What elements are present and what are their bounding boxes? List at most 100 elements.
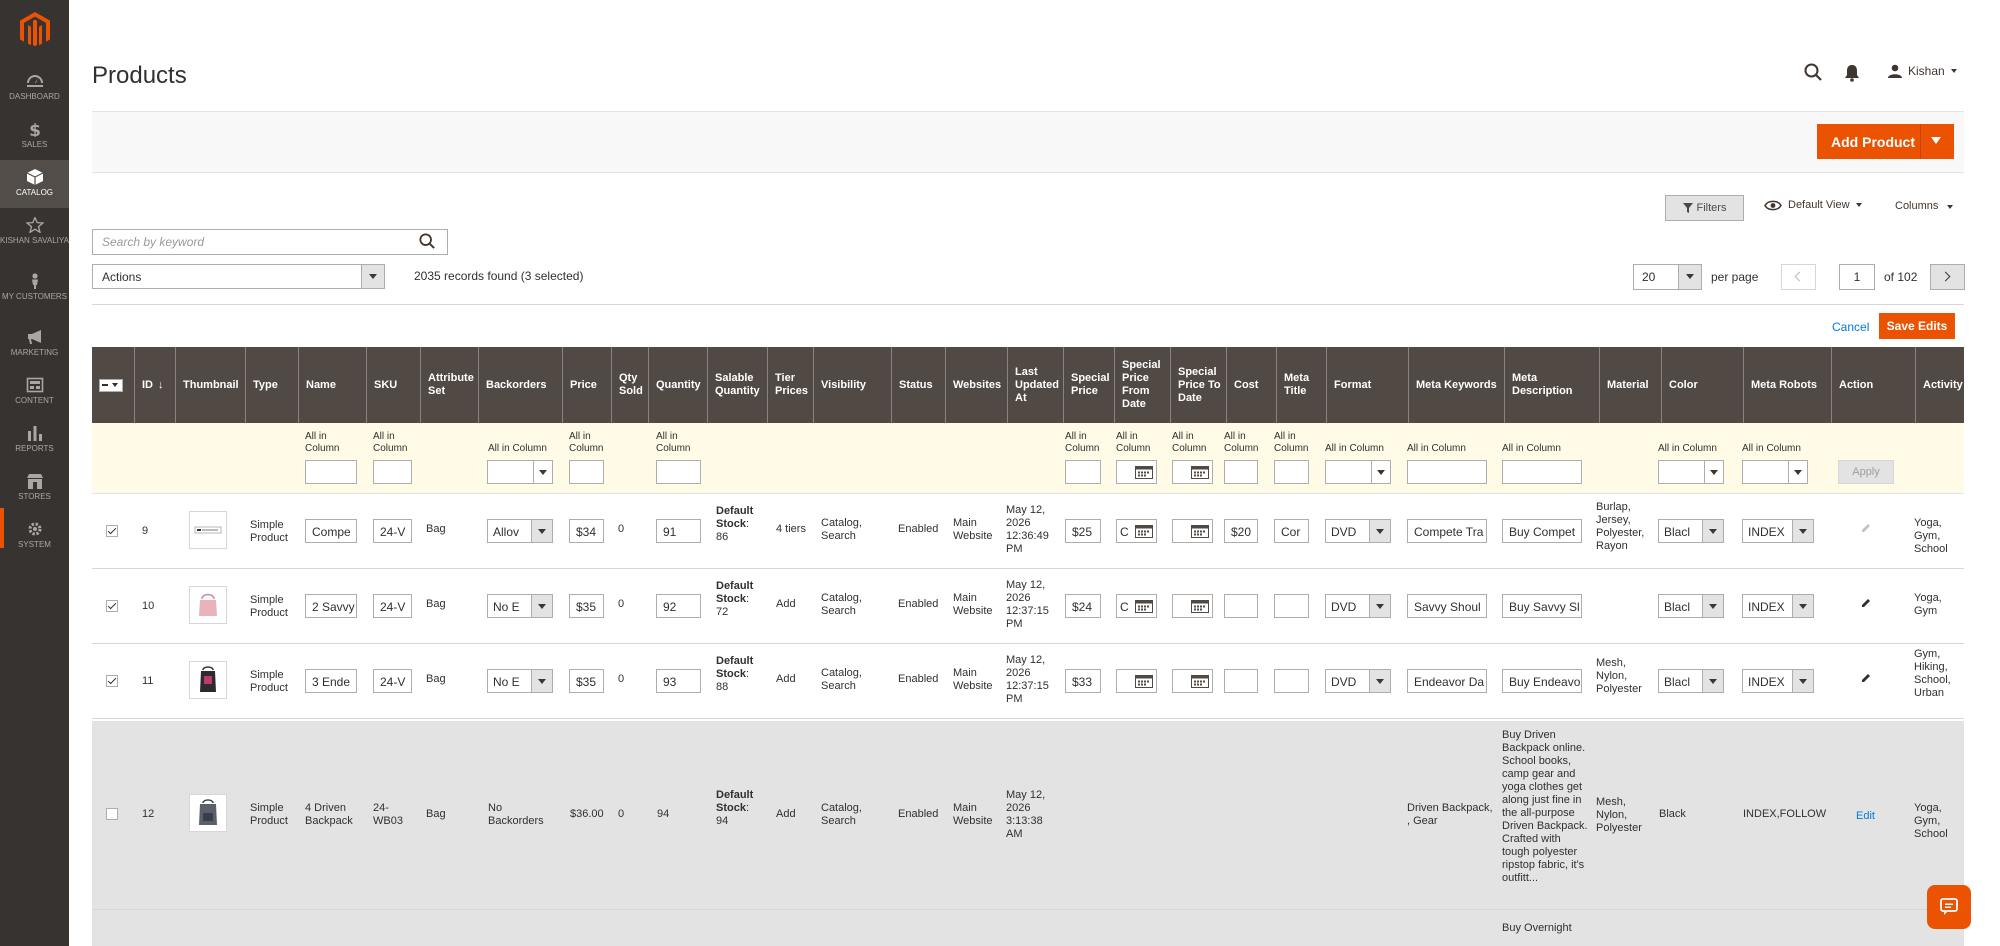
- mass-select-checkbox[interactable]: [99, 378, 123, 392]
- filter-backorders-select[interactable]: [487, 460, 553, 484]
- cell-tier-prices[interactable]: Add: [776, 598, 796, 611]
- chat-button[interactable]: [1927, 885, 1971, 929]
- col-header-price[interactable]: Price: [562, 347, 611, 423]
- mass-select-header[interactable]: [92, 347, 134, 423]
- col-header-backorders[interactable]: Backorders: [478, 347, 562, 423]
- cell-tier-prices[interactable]: 4 tiers: [776, 523, 806, 536]
- pencil-icon[interactable]: [1860, 672, 1872, 684]
- edit-sku-input[interactable]: 24-V: [373, 594, 412, 618]
- filter-name-input[interactable]: [305, 460, 357, 484]
- filter-format-select[interactable]: [1325, 460, 1391, 484]
- user-menu[interactable]: Kishan: [1888, 64, 1957, 78]
- nav-sales[interactable]: $ SALES: [0, 112, 69, 160]
- previous-page-button[interactable]: [1781, 264, 1816, 290]
- row-checkbox[interactable]: [106, 525, 118, 537]
- edit-price-input[interactable]: $35: [569, 669, 604, 693]
- edit-meta-keywords-input[interactable]: Endeavor Da: [1407, 669, 1487, 693]
- filters-button[interactable]: Filters: [1665, 195, 1744, 221]
- row-checkbox[interactable]: [106, 808, 118, 820]
- chevron-down-icon[interactable]: [1371, 461, 1390, 483]
- chevron-down-icon[interactable]: [533, 461, 552, 483]
- col-header-sku[interactable]: SKU: [366, 347, 420, 423]
- filter-price-input[interactable]: [569, 460, 604, 484]
- edit-quantity-input[interactable]: 91: [656, 519, 701, 543]
- pencil-icon[interactable]: [1860, 597, 1872, 609]
- table-row[interactable]: 11 Simple Product 3 Ende 24-V Bag No E $…: [92, 644, 1964, 719]
- col-header-color[interactable]: Color: [1661, 347, 1743, 423]
- col-header-visibility[interactable]: Visibility: [813, 347, 891, 423]
- calendar-icon[interactable]: [1135, 524, 1153, 538]
- table-row[interactable]: 9 Simple Product Compe 24-V Bag Allov $3…: [92, 494, 1964, 569]
- edit-special-from-date[interactable]: [1116, 669, 1157, 693]
- chevron-down-icon[interactable]: [1702, 595, 1723, 617]
- edit-special-price-input[interactable]: $25: [1065, 519, 1101, 543]
- chevron-down-icon[interactable]: [1702, 670, 1723, 692]
- edit-special-to-date[interactable]: [1172, 519, 1213, 543]
- chevron-down-icon[interactable]: [531, 670, 552, 692]
- chevron-down-icon[interactable]: [1792, 595, 1813, 617]
- search-icon[interactable]: [419, 233, 435, 249]
- edit-price-input[interactable]: $34: [569, 519, 604, 543]
- edit-meta-title-input[interactable]: [1274, 669, 1309, 693]
- col-header-cost[interactable]: Cost: [1226, 347, 1276, 423]
- col-header-format[interactable]: Format: [1326, 347, 1408, 423]
- row-checkbox[interactable]: [106, 600, 118, 612]
- edit-meta-keywords-input[interactable]: Compete Tra: [1407, 519, 1487, 543]
- cell-tier-prices[interactable]: Add: [776, 808, 796, 821]
- edit-price-input[interactable]: $35: [569, 594, 604, 618]
- chevron-down-icon[interactable]: [1704, 461, 1723, 483]
- edit-special-from-date[interactable]: C: [1116, 594, 1157, 618]
- edit-color-select[interactable]: Blacl: [1658, 519, 1724, 543]
- edit-row-link[interactable]: Edit: [1856, 810, 1875, 823]
- col-header-material[interactable]: Material: [1599, 347, 1661, 423]
- chevron-down-icon[interactable]: [1678, 265, 1701, 289]
- col-header-special-to[interactable]: Special Price To Date: [1170, 347, 1226, 423]
- keyword-search-input[interactable]: Search by keyword: [92, 229, 448, 255]
- edit-meta-keywords-input[interactable]: Savvy Shoul: [1407, 594, 1487, 618]
- view-selector[interactable]: Default View: [1764, 199, 1862, 211]
- columns-selector[interactable]: Columns: [1895, 200, 1954, 212]
- col-header-meta-robots[interactable]: Meta Robots: [1743, 347, 1831, 423]
- edit-name-input[interactable]: 3 Ende: [305, 669, 357, 693]
- col-header-activity[interactable]: Activity: [1915, 347, 1964, 423]
- edit-meta-robots-select[interactable]: INDEX: [1742, 669, 1814, 693]
- calendar-icon[interactable]: [1191, 674, 1209, 688]
- col-header-status[interactable]: Status: [891, 347, 945, 423]
- chevron-down-icon[interactable]: [1792, 520, 1813, 542]
- chevron-down-icon[interactable]: [1788, 461, 1807, 483]
- edit-meta-robots-select[interactable]: INDEX: [1742, 519, 1814, 543]
- notification-bell-icon[interactable]: [1844, 64, 1860, 82]
- edit-color-select[interactable]: Blacl: [1658, 594, 1724, 618]
- edit-special-to-date[interactable]: [1172, 594, 1213, 618]
- filter-meta-robots-select[interactable]: [1742, 460, 1808, 484]
- nav-marketing[interactable]: MARKETING: [0, 320, 69, 368]
- col-header-name[interactable]: Name: [298, 347, 366, 423]
- per-page-select[interactable]: 20: [1633, 264, 1702, 290]
- nav-system[interactable]: SYSTEM: [0, 512, 69, 560]
- magento-logo[interactable]: [19, 12, 51, 48]
- chevron-down-icon[interactable]: [361, 265, 384, 288]
- col-header-meta-keywords[interactable]: Meta Keywords: [1408, 347, 1504, 423]
- col-header-last-updated[interactable]: Last Updated At: [1007, 347, 1063, 423]
- col-header-special-from[interactable]: Special Price From Date: [1114, 347, 1170, 423]
- edit-name-input[interactable]: 2 Savvy: [305, 594, 357, 618]
- cell-tier-prices[interactable]: Add: [776, 673, 796, 686]
- edit-meta-title-input[interactable]: Cor: [1274, 519, 1309, 543]
- mass-actions-select[interactable]: Actions: [92, 264, 385, 289]
- edit-format-select[interactable]: DVD: [1325, 669, 1391, 693]
- filter-sku-input[interactable]: [373, 460, 412, 484]
- page-number-input[interactable]: 1: [1839, 264, 1875, 290]
- nav-content[interactable]: CONTENT: [0, 368, 69, 416]
- edit-color-select[interactable]: Blacl: [1658, 669, 1724, 693]
- col-header-meta-description[interactable]: Meta Description: [1504, 347, 1599, 423]
- edit-quantity-input[interactable]: 92: [656, 594, 701, 618]
- product-thumbnail[interactable]: [189, 661, 227, 699]
- edit-meta-description-input[interactable]: Buy Savvy Sl: [1502, 594, 1582, 618]
- edit-special-price-input[interactable]: $33: [1065, 669, 1101, 693]
- edit-name-input[interactable]: Compe: [305, 519, 357, 543]
- filter-color-select[interactable]: [1658, 460, 1724, 484]
- table-row[interactable]: 10 Simple Product 2 Savvy 24-V Bag No E …: [92, 569, 1964, 644]
- save-edits-button[interactable]: Save Edits: [1879, 313, 1955, 339]
- cancel-edits-link[interactable]: Cancel: [1832, 320, 1869, 334]
- chevron-down-icon[interactable]: [1369, 670, 1390, 692]
